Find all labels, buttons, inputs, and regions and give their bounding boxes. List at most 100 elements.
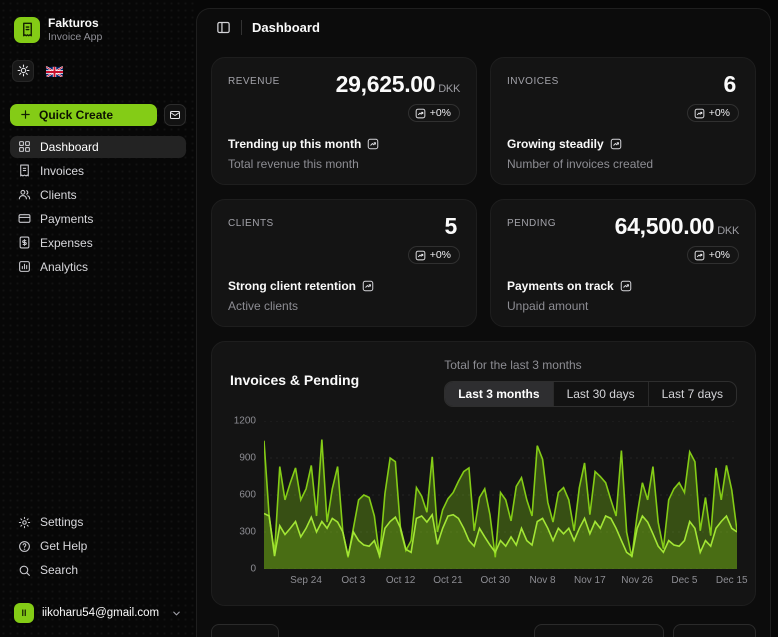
quick-create-label: Quick Create xyxy=(39,107,114,122)
uk-flag-icon[interactable] xyxy=(46,65,63,77)
dashboard-grid-icon xyxy=(18,140,31,153)
avatar: II xyxy=(14,603,34,623)
tab-last-30-days[interactable]: Last 30 days xyxy=(552,382,648,406)
trending-up-icon xyxy=(694,108,704,119)
bar-chart-icon xyxy=(18,260,31,273)
envelope-icon xyxy=(169,109,181,121)
sidebar-item-invoices[interactable]: Invoices xyxy=(10,160,186,182)
currency-unit: DKK xyxy=(717,225,739,237)
sidebar-toggle-button[interactable] xyxy=(211,15,235,39)
chart-title: Invoices & Pending xyxy=(230,372,360,388)
chart-y-axis: 0 300 600 900 1200 xyxy=(230,416,264,575)
x-tick-label: Nov 8 xyxy=(529,575,556,586)
page-title: Dashboard xyxy=(252,19,320,35)
trending-up-icon xyxy=(415,250,425,261)
chart-svg xyxy=(264,421,737,569)
app-logo-icon xyxy=(14,16,40,43)
user-menu[interactable]: II iikoharu54@gmail.com xyxy=(10,597,186,625)
x-tick-label: Sep 24 xyxy=(290,575,322,586)
stat-footer-sub: Active clients xyxy=(228,299,299,313)
page-header: Dashboard xyxy=(197,9,770,45)
x-tick-label: Nov 17 xyxy=(574,575,606,586)
app-name: Fakturos xyxy=(48,16,99,30)
trending-up-icon xyxy=(694,250,704,261)
stat-value: 64,500.00 DKK xyxy=(614,213,740,239)
chart-range-tabs: Last 3 months Last 30 days Last 7 days xyxy=(444,381,737,407)
x-tick-label: Oct 30 xyxy=(480,575,510,586)
stat-label: REVENUE xyxy=(228,76,280,87)
quick-create-button[interactable]: Quick Create xyxy=(10,103,157,126)
cutoff-button-left[interactable] xyxy=(211,624,279,637)
app-brand[interactable]: Fakturos Invoice App xyxy=(10,12,186,58)
x-tick-label: Oct 21 xyxy=(433,575,463,586)
header-divider xyxy=(241,19,242,35)
help-circle-icon xyxy=(18,540,31,553)
cutoff-button-right-2[interactable] xyxy=(673,624,756,637)
sidebar-item-payments[interactable]: Payments xyxy=(10,208,186,230)
sidebar-item-dashboard[interactable]: Dashboard xyxy=(10,135,186,158)
below-fold-toolbar xyxy=(211,624,756,637)
tab-last-3-months[interactable]: Last 3 months xyxy=(445,382,553,406)
x-tick-label: Oct 12 xyxy=(385,575,416,586)
stat-card-revenue: REVENUE 29,625.00 DKK +0% Trending up thi… xyxy=(211,57,477,185)
stat-footer-sub: Total revenue this month xyxy=(228,157,359,171)
sun-icon xyxy=(17,64,30,77)
chart-x-axis: Sep 24 Oct 3 Oct 12 Oct 21 Oct 30 Nov 8 Nov 17… xyxy=(264,573,747,591)
sidebar-item-get-help[interactable]: Get Help xyxy=(10,535,186,557)
sidebar-item-clients[interactable]: Clients xyxy=(10,184,186,206)
stat-footer-sub: Number of invoices created xyxy=(507,157,654,171)
trend-badge: +0% xyxy=(407,104,460,123)
sidebar-item-analytics[interactable]: Analytics xyxy=(10,256,186,278)
x-tick-label: Nov 26 xyxy=(621,575,653,586)
y-tick-label: 1200 xyxy=(233,415,256,427)
chart-card: Invoices & Pending Total for the last 3 … xyxy=(211,341,756,606)
y-tick-label: 300 xyxy=(239,526,256,538)
mail-button[interactable] xyxy=(164,103,186,126)
trending-up-icon xyxy=(610,138,621,150)
main-area: Dashboard REVENUE 29,625.00 DKK +0% Tren… xyxy=(196,0,778,637)
stat-card-pending: PENDING 64,500.00 DKK +0% Payments on tra… xyxy=(490,199,756,327)
trend-badge: +0% xyxy=(407,246,460,265)
dollar-receipt-icon xyxy=(18,236,31,249)
y-tick-label: 900 xyxy=(239,452,256,464)
gear-icon xyxy=(18,516,31,529)
stat-footer-title: Payments on track xyxy=(507,279,739,293)
stat-footer-title: Growing steadily xyxy=(507,137,739,151)
users-icon xyxy=(18,188,31,201)
trending-up-icon xyxy=(368,138,379,150)
trend-badge: +0% xyxy=(686,104,739,123)
theme-toggle-button[interactable] xyxy=(12,59,34,82)
app-subtitle: Invoice App xyxy=(48,31,103,43)
stat-label: INVOICES xyxy=(507,76,559,87)
stat-footer-title: Trending up this month xyxy=(228,137,460,151)
stat-label: CLIENTS xyxy=(228,218,274,229)
sidebar: Fakturos Invoice App Quick Create Dashbo… xyxy=(0,0,196,637)
chart-subtitle: Total for the last 3 months xyxy=(444,358,582,372)
main-panel: Dashboard REVENUE 29,625.00 DKK +0% Tren… xyxy=(196,8,771,637)
y-tick-label: 0 xyxy=(250,563,256,575)
stat-footer-title: Strong client retention xyxy=(228,279,460,293)
x-tick-label: Dec 15 xyxy=(715,575,748,586)
stat-footer-sub: Unpaid amount xyxy=(507,299,589,313)
stat-value: 6 xyxy=(723,71,737,97)
plus-icon xyxy=(20,109,31,120)
y-tick-label: 600 xyxy=(239,489,256,501)
stat-value: 5 xyxy=(444,213,458,239)
trending-up-icon xyxy=(620,280,631,292)
sidebar-item-settings[interactable]: Settings xyxy=(10,511,186,533)
cutoff-button-right-1[interactable] xyxy=(534,624,664,637)
tab-last-7-days[interactable]: Last 7 days xyxy=(647,382,736,406)
currency-unit: DKK xyxy=(438,83,460,95)
sidebar-nav: Dashboard Invoices Clients Payments Expe… xyxy=(10,135,186,278)
area-chart[interactable] xyxy=(264,421,737,569)
stat-label: PENDING xyxy=(507,218,557,229)
sidebar-item-search[interactable]: Search xyxy=(10,559,186,581)
trending-up-icon xyxy=(415,108,425,119)
x-tick-label: Dec 5 xyxy=(671,575,698,586)
credit-card-icon xyxy=(18,212,31,225)
user-email: iikoharu54@gmail.com xyxy=(42,607,160,619)
stat-value: 29,625.00 DKK xyxy=(335,71,461,97)
chevron-down-icon xyxy=(171,608,182,619)
trend-badge: +0% xyxy=(686,246,739,265)
sidebar-item-expenses[interactable]: Expenses xyxy=(10,232,186,254)
